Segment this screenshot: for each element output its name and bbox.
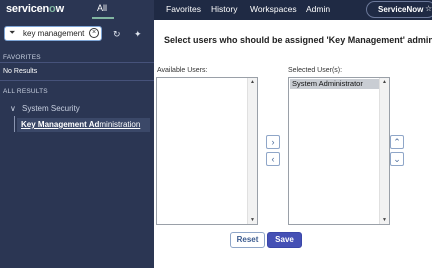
add-user-button[interactable]: › <box>266 135 280 149</box>
menu-workspaces[interactable]: Workspaces <box>250 4 297 14</box>
scroll-up-icon[interactable]: ▲ <box>382 79 387 85</box>
nav-all-tab[interactable]: All <box>97 3 107 13</box>
menu-admin[interactable]: Admin <box>306 4 330 14</box>
available-users-list[interactable]: ▲ ▼ <box>156 77 258 225</box>
menu-history[interactable]: History <box>211 4 237 14</box>
no-results-text: No Results <box>3 68 38 75</box>
chevron-down-icon[interactable]: ∨ <box>10 104 16 113</box>
divider <box>0 62 154 63</box>
tree-item-label-rest: ministration <box>99 120 141 129</box>
scrollbar[interactable]: ▲ ▼ <box>379 78 389 224</box>
save-button[interactable]: Save <box>267 232 302 248</box>
favorites-heading: FAVORITES <box>3 54 41 61</box>
navigator-sidebar: ⏷ key management × ↻ ✦ FAVORITES No Resu… <box>0 20 154 268</box>
remove-user-button[interactable]: ‹ <box>266 152 280 166</box>
tree-item-system-security[interactable]: System Security <box>22 104 80 113</box>
scrollbar[interactable]: ▲ ▼ <box>247 78 257 224</box>
clear-icon[interactable]: × <box>89 28 99 38</box>
available-users-label: Available Users: <box>157 67 208 74</box>
scroll-down-icon[interactable]: ▼ <box>250 217 255 223</box>
top-header: servicenow All Favorites History Workspa… <box>0 0 432 20</box>
pin-icon[interactable]: ✦ <box>134 29 142 40</box>
tree-item-label-bold: Key Management Ad <box>21 120 100 129</box>
servicenow-logo[interactable]: servicenow <box>6 3 64 15</box>
filter-input-value[interactable]: key management <box>23 29 84 38</box>
scroll-up-icon[interactable]: ▲ <box>250 79 255 85</box>
chevron-up-icon: ⌃ <box>393 137 401 147</box>
navigator-filter-input[interactable]: ⏷ key management × <box>4 26 102 41</box>
refresh-icon[interactable]: ↻ <box>113 29 121 40</box>
filter-icon: ⏷ <box>9 28 16 37</box>
scroll-down-icon[interactable]: ▼ <box>382 217 387 223</box>
star-icon[interactable]: ☆ <box>425 4 432 13</box>
selected-users-list[interactable]: System Administrator ▲ ▼ <box>288 77 390 225</box>
move-up-button[interactable]: ⌃ <box>390 135 404 149</box>
chevron-left-icon: ‹ <box>271 154 275 164</box>
chevron-right-icon: › <box>271 137 275 147</box>
active-tab-indicator <box>92 17 114 19</box>
chevron-down-icon: ⌄ <box>393 154 401 164</box>
page-title: Select users who should be assigned 'Key… <box>164 35 432 45</box>
move-down-button[interactable]: ⌄ <box>390 152 404 166</box>
tree-item-key-management-administration[interactable]: Key Management Administration <box>21 120 140 129</box>
tree-connector <box>14 116 15 132</box>
list-item[interactable]: System Administrator <box>290 79 379 89</box>
main-content: Select users who should be assigned 'Key… <box>154 20 432 268</box>
menu-favorites[interactable]: Favorites <box>166 4 201 14</box>
instance-label: ServiceNow <box>378 5 424 14</box>
reset-button[interactable]: Reset <box>230 232 265 248</box>
divider <box>0 80 154 81</box>
all-results-heading: ALL RESULTS <box>3 88 48 95</box>
header-left: servicenow All <box>0 0 154 20</box>
selected-users-label: Selected User(s): <box>288 67 343 74</box>
instance-button[interactable]: ServiceNow ☆ <box>366 1 432 18</box>
